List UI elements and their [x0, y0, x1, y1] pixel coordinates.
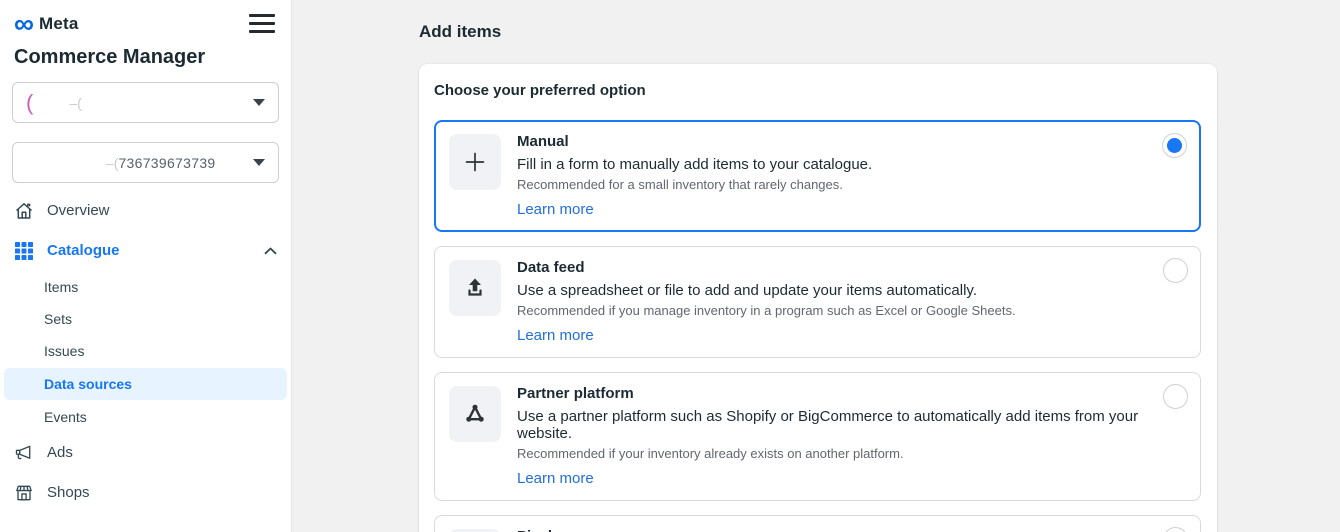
catalogue-sub-menu: Items Sets Issues Data sources Events	[0, 271, 291, 433]
option-title: Data feed	[517, 259, 1016, 276]
sidebar-item-label: Overview	[47, 201, 110, 221]
partner-network-icon	[449, 386, 501, 442]
storefront-icon	[14, 483, 34, 503]
sidebar: ∞ Meta Commerce Manager ( –( –( 73673967…	[0, 0, 292, 532]
sidebar-item-label: Catalogue	[47, 241, 120, 261]
megaphone-icon	[14, 443, 34, 463]
add-items-card: Choose your preferred option Manual Fill…	[419, 64, 1217, 532]
option-title: Partner platform	[517, 385, 1186, 402]
option-note: Recommended if your inventory already ex…	[517, 446, 1186, 461]
option-description: Fill in a form to manually add items to …	[517, 156, 872, 173]
option-pixel[interactable]: Pixel Use your Facebook pixel to automat…	[434, 515, 1201, 532]
option-note: Recommended for a small inventory that r…	[517, 177, 872, 192]
option-title: Manual	[517, 133, 872, 150]
upload-icon	[449, 260, 501, 316]
meta-brand-label: Meta	[39, 14, 79, 34]
home-icon	[14, 201, 34, 221]
option-note: Recommended if you manage inventory in a…	[517, 303, 1016, 318]
meta-infinity-icon: ∞	[14, 15, 34, 33]
option-text: Pixel Use your Facebook pixel to automat…	[517, 528, 986, 532]
commerce-manager-app: ∞ Meta Commerce Manager ( –( –( 73673967…	[0, 0, 1340, 532]
option-manual[interactable]: Manual Fill in a form to manually add it…	[434, 120, 1201, 232]
hamburger-menu-icon[interactable]	[247, 12, 277, 35]
main-content: Add items Choose your preferred option M…	[292, 0, 1340, 532]
catalogue-id-value: 736739673739	[118, 155, 215, 171]
page-title: Add items	[419, 22, 1340, 42]
radio-unselected[interactable]	[1163, 527, 1188, 532]
sidebar-item-sets[interactable]: Sets	[0, 303, 291, 335]
sidebar-item-ads[interactable]: Ads	[0, 433, 291, 473]
radio-unselected[interactable]	[1163, 384, 1188, 409]
card-title: Choose your preferred option	[434, 82, 1201, 99]
sidebar-item-items[interactable]: Items	[0, 271, 291, 303]
chevron-up-icon[interactable]	[264, 247, 277, 255]
sidebar-item-data-sources[interactable]: Data sources	[4, 368, 287, 400]
sidebar-item-shops[interactable]: Shops	[0, 473, 291, 513]
business-selector-dropdown[interactable]: ( –(	[12, 82, 279, 123]
radio-selected[interactable]	[1162, 133, 1187, 158]
sidebar-item-overview[interactable]: Overview	[0, 191, 291, 231]
option-description: Use a partner platform such as Shopify o…	[517, 408, 1186, 442]
sidebar-item-label: Ads	[47, 443, 73, 463]
learn-more-link[interactable]: Learn more	[517, 201, 594, 218]
app-title: Commerce Manager	[14, 46, 277, 69]
option-text: Partner platform Use a partner platform …	[517, 385, 1186, 488]
radio-unselected[interactable]	[1163, 258, 1188, 283]
option-text: Manual Fill in a form to manually add it…	[517, 133, 872, 219]
sidebar-nav: Overview Catalogue Ite	[0, 191, 291, 513]
option-data-feed[interactable]: Data feed Use a spreadsheet or file to a…	[434, 246, 1201, 358]
sidebar-item-events[interactable]: Events	[0, 401, 291, 433]
meta-logo: ∞ Meta	[14, 14, 79, 34]
chevron-down-icon	[253, 159, 265, 166]
redacted-business-name: (	[26, 93, 33, 113]
option-description: Use a spreadsheet or file to add and upd…	[517, 282, 1016, 299]
grid-icon	[14, 241, 34, 261]
option-text: Data feed Use a spreadsheet or file to a…	[517, 259, 1016, 345]
sidebar-item-issues[interactable]: Issues	[0, 335, 291, 367]
sidebar-item-catalogue[interactable]: Catalogue	[0, 231, 291, 271]
sidebar-item-label: Shops	[47, 483, 90, 503]
option-title: Pixel	[517, 528, 986, 532]
learn-more-link[interactable]: Learn more	[517, 470, 594, 487]
plus-icon	[449, 134, 501, 190]
catalogue-selector-dropdown[interactable]: –( 736739673739	[12, 142, 279, 183]
learn-more-link[interactable]: Learn more	[517, 327, 594, 344]
chevron-down-icon	[253, 99, 265, 106]
sidebar-header: ∞ Meta	[0, 0, 291, 35]
option-partner-platform[interactable]: Partner platform Use a partner platform …	[434, 372, 1201, 501]
